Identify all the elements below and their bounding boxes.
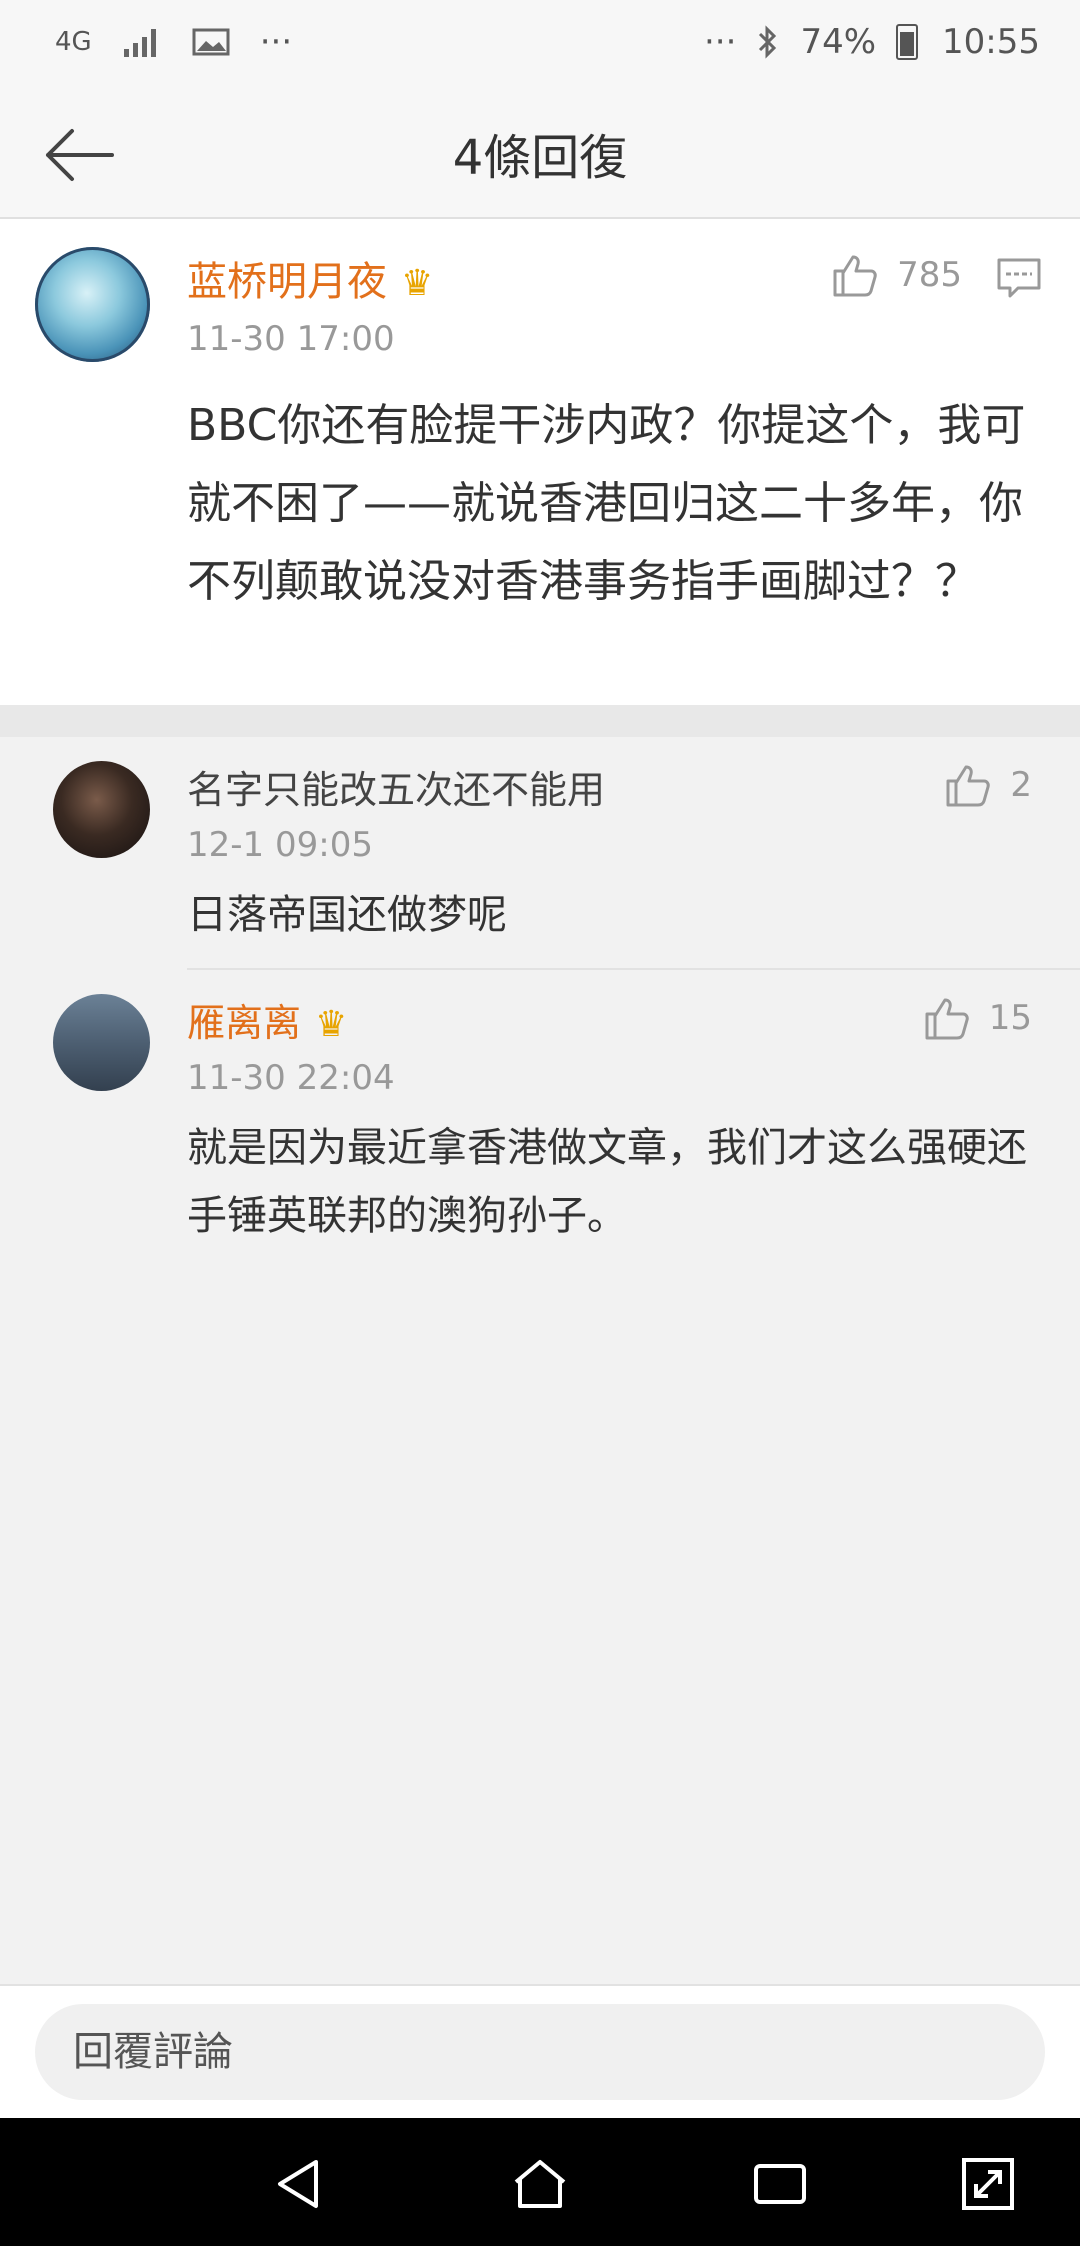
reply-input-bar bbox=[0, 1984, 1080, 2120]
battery-icon bbox=[896, 24, 919, 60]
avatar[interactable] bbox=[35, 247, 150, 362]
image-notification-icon bbox=[192, 28, 230, 56]
system-nav-bar bbox=[0, 2118, 1080, 2246]
nav-back-icon bbox=[278, 2160, 318, 2208]
like-button[interactable]: 2 bbox=[944, 761, 1032, 809]
section-divider bbox=[0, 705, 1080, 737]
thumbs-up-icon bbox=[925, 998, 969, 1040]
nav-home-icon bbox=[514, 2160, 566, 2208]
page-title: 4條回復 bbox=[452, 130, 628, 186]
reply-input[interactable] bbox=[35, 2004, 1045, 2100]
avatar[interactable] bbox=[53, 994, 150, 1091]
like-count: 15 bbox=[988, 998, 1032, 1038]
like-button[interactable]: 785 bbox=[831, 251, 962, 299]
nav-recents-icon bbox=[754, 2164, 806, 2204]
comment-text: 就是因为最近拿香港做文章，我们才这么强硬还手锤英联邦的澳狗孙子。 bbox=[187, 1125, 1027, 1239]
username-text: 雁离离 bbox=[187, 1001, 302, 1045]
like-button[interactable]: 15 bbox=[923, 994, 1032, 1042]
nav-home-button[interactable] bbox=[512, 2156, 568, 2212]
comment-text: BBC你还有脸提干涉内政？你提这个，我可就不困了——就说香港回归这二十多年，你不… bbox=[187, 400, 1026, 607]
timestamp: 12-1 09:05 bbox=[187, 825, 373, 865]
main-comment: 蓝桥明月夜 ♛ 11-30 17:00 785 BBC你还有脸提干涉内政？你提这个… bbox=[0, 219, 1080, 705]
timestamp: 11-30 22:04 bbox=[187, 1058, 395, 1098]
more-notifications-dots: ··· bbox=[259, 22, 293, 62]
username[interactable]: 名字只能改五次还不能用 bbox=[187, 759, 605, 814]
reply-list: 名字只能改五次还不能用 12-1 09:05 2 日落帝国还做梦呢 雁离离 ♛ 1… bbox=[0, 737, 1080, 1982]
clock: 10:55 bbox=[942, 22, 1040, 62]
crown-icon: ♛ bbox=[315, 1004, 348, 1045]
like-count: 2 bbox=[1010, 765, 1032, 805]
reply-button[interactable] bbox=[996, 255, 1042, 305]
thumbs-up-icon bbox=[833, 255, 877, 297]
nav-recents-button[interactable] bbox=[752, 2156, 808, 2212]
status-left: 4G ··· bbox=[55, 22, 292, 62]
avatar[interactable] bbox=[53, 761, 150, 858]
username[interactable]: 蓝桥明月夜 ♛ bbox=[187, 249, 433, 307]
thumbs-up-icon bbox=[946, 765, 991, 807]
top-app-bar: 4條回復 bbox=[0, 90, 1080, 219]
comment-text: 日落帝国还做梦呢 bbox=[187, 892, 507, 938]
username-text: 蓝桥明月夜 bbox=[187, 259, 387, 305]
battery-percent: 74% bbox=[800, 22, 877, 62]
nav-expand-icon bbox=[962, 2158, 1014, 2210]
nav-back-button[interactable] bbox=[272, 2156, 328, 2212]
list-item: 名字只能改五次还不能用 12-1 09:05 2 日落帝国还做梦呢 bbox=[0, 737, 1080, 969]
status-right: ··· 74% 10:55 bbox=[704, 22, 1040, 62]
bluetooth-icon bbox=[759, 25, 777, 59]
signal-icon bbox=[123, 29, 156, 57]
username[interactable]: 雁离离 ♛ bbox=[187, 992, 347, 1047]
timestamp: 11-30 17:00 bbox=[187, 319, 395, 359]
like-count: 785 bbox=[897, 255, 962, 295]
more-status-dots: ··· bbox=[704, 22, 737, 62]
status-bar: 4G ··· ··· 74% 10:55 bbox=[0, 0, 1080, 90]
nav-expand-button[interactable] bbox=[960, 2156, 1016, 2212]
list-item: 雁离离 ♛ 11-30 22:04 15 就是因为最近拿香港做文章，我们才这么强硬… bbox=[0, 970, 1080, 1239]
network-type-label: 4G bbox=[55, 27, 92, 57]
crown-icon: ♛ bbox=[401, 263, 434, 304]
comment-icon bbox=[997, 258, 1041, 298]
